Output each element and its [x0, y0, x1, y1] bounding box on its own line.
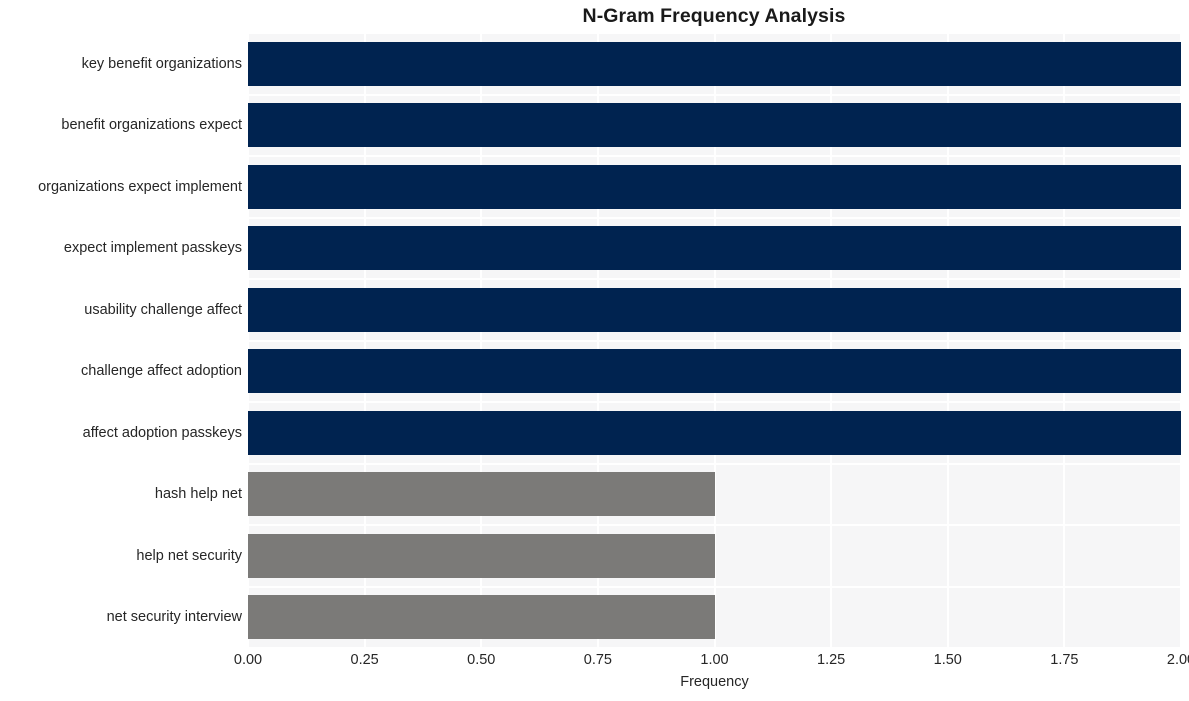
y-axis-tick-label: organizations expect implement	[38, 178, 242, 195]
gridline-horizontal	[248, 33, 1181, 34]
plot-area	[248, 33, 1181, 648]
x-axis-tick-label: 0.50	[467, 652, 496, 668]
x-axis-tick-label: 2.00	[1166, 652, 1189, 668]
x-axis-tick-label: 0.25	[350, 652, 379, 668]
chart-title: N-Gram Frequency Analysis	[582, 5, 846, 27]
x-axis-tick-label: 0.00	[233, 652, 263, 668]
x-axis-tick-label: 1.75	[1050, 652, 1079, 668]
bar	[248, 349, 1181, 394]
chart-figure: N-Gram Frequency Analysis key benefit or…	[0, 0, 1189, 701]
y-axis-tick-label: expect implement passkeys	[63, 240, 242, 257]
bar	[248, 287, 1181, 332]
gridline-horizontal	[248, 524, 1181, 526]
x-axis-tick-label: 1.25	[817, 652, 846, 668]
y-axis-tick-label: challenge affect adoption	[81, 363, 242, 380]
x-axis-tick-label: 1.00	[700, 652, 729, 668]
gridline-horizontal	[248, 585, 1181, 588]
y-axis-tick-label: hash help net	[154, 486, 242, 503]
x-axis-tick-labels: 0.00 0.25 0.50 0.75 1.00 1.25 1.50 1.75 2.00	[234, 648, 1189, 674]
y-axis-tick-label: benefit organizations expect	[61, 117, 242, 134]
bar	[248, 595, 715, 640]
gridline-horizontal	[248, 401, 1181, 403]
bar	[248, 226, 1181, 271]
bar	[248, 472, 715, 517]
bar	[248, 41, 1181, 86]
gridline-horizontal	[248, 93, 1181, 96]
y-axis-tick-label: help net security	[136, 547, 242, 564]
gridline-horizontal	[248, 216, 1181, 219]
gridline-horizontal	[248, 278, 1181, 280]
x-axis-title: Frequency	[680, 674, 749, 690]
x-axis-tick-label: 0.75	[583, 652, 612, 668]
y-axis-tick-label: key benefit organizations	[81, 55, 242, 72]
y-axis-tick-label: usability challenge affect	[84, 301, 242, 318]
bar	[248, 103, 1181, 148]
bar	[248, 164, 1181, 209]
gridline-horizontal	[248, 155, 1181, 157]
gridline-horizontal	[248, 339, 1181, 342]
bar	[248, 410, 1181, 455]
y-axis-tick-label: affect adoption passkeys	[82, 424, 242, 441]
x-axis-tick-label: 1.50	[933, 652, 962, 668]
gridline-horizontal	[248, 462, 1181, 465]
bar	[248, 533, 715, 578]
y-axis-category-labels: key benefit organizations benefit organiz…	[0, 33, 242, 648]
y-axis-tick-label: net security interview	[106, 609, 242, 626]
